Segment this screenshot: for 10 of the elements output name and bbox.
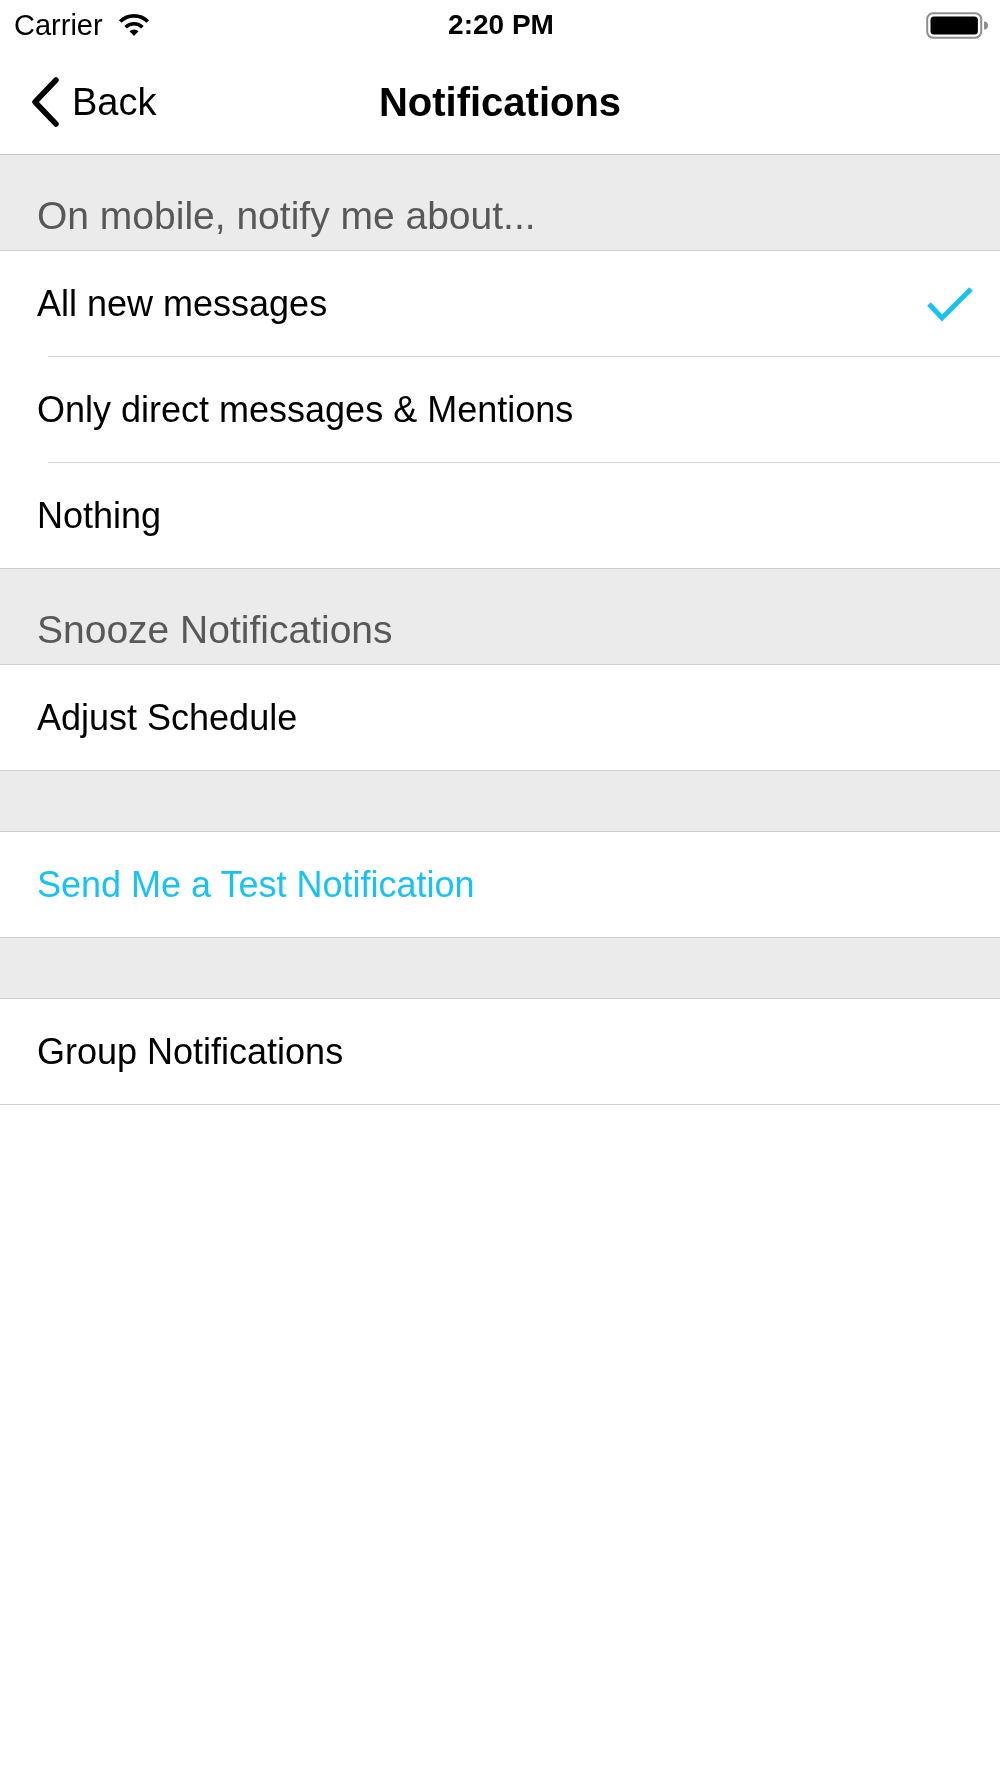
section-header: Snooze Notifications [0,569,1000,665]
chevron-left-icon [30,77,60,127]
screen-title: Notifications [378,79,622,125]
section-header: On mobile, notify me about... [0,155,1000,251]
back-button[interactable]: Back [30,77,157,127]
wifi-icon [116,13,151,37]
battery-icon [926,11,988,39]
carrier-name: Carrier [14,8,103,42]
checkmark-icon [926,285,974,323]
clock-time: 2:20 PM [448,9,554,41]
